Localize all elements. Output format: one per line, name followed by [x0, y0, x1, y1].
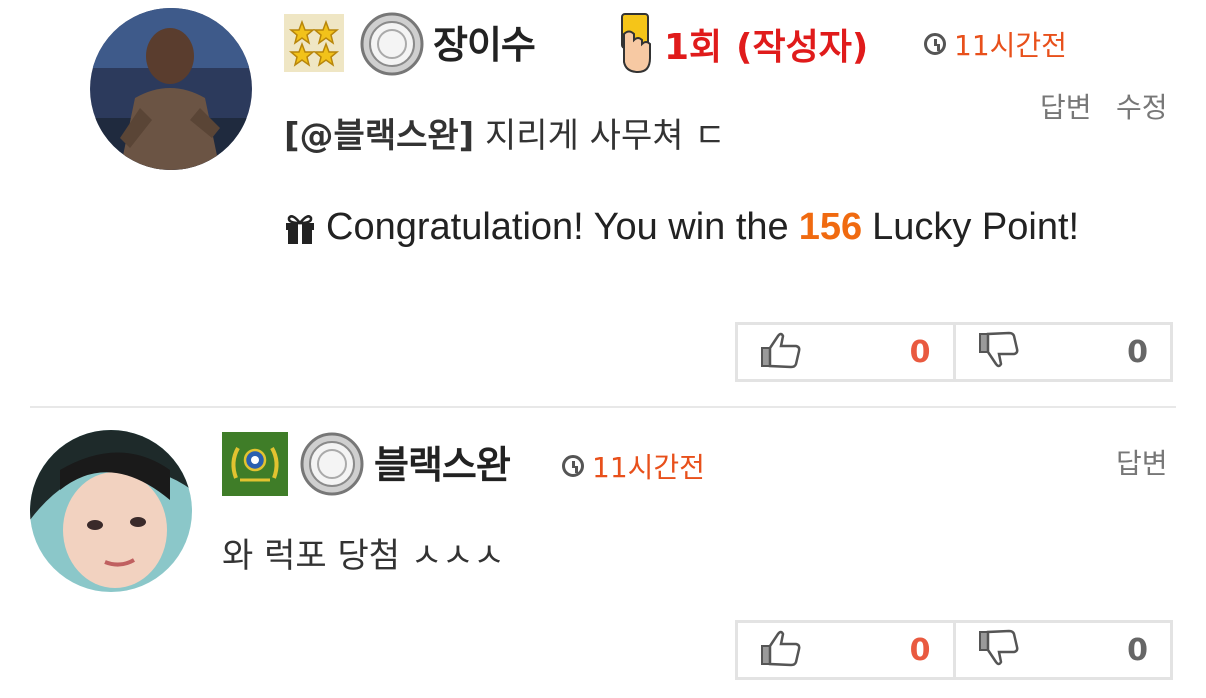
- dislike-count: 0: [1127, 334, 1148, 370]
- lucky-point-message: Congratulation! You win the 156 Lucky Po…: [284, 206, 1079, 249]
- thumbs-down-icon: [978, 330, 1020, 374]
- post-count-badge: 1회: [664, 27, 723, 68]
- silver-medal-icon: [300, 432, 364, 496]
- like-count: 0: [909, 334, 931, 370]
- comment-text: 와 럭포 당첨 ㅅㅅㅅ: [222, 536, 505, 576]
- time-text: 11시간전: [954, 29, 1067, 62]
- edit-button[interactable]: 수정: [1116, 86, 1168, 126]
- comment-time: 11시간전: [924, 24, 1067, 64]
- like-count: 0: [909, 632, 931, 668]
- dislike-count: 0: [1127, 632, 1148, 668]
- comment-text: 지리게 사무쳐 ㄷ: [485, 116, 726, 156]
- dislike-button[interactable]: 0: [952, 623, 1171, 677]
- thumbs-down-icon: [978, 628, 1020, 672]
- like-button[interactable]: 0: [738, 623, 953, 677]
- level-stars-icon: [284, 14, 344, 72]
- vote-box: 0 0: [735, 620, 1173, 680]
- reply-button[interactable]: 답변: [1116, 442, 1168, 482]
- lucky-suffix: Lucky Point!: [872, 206, 1080, 248]
- lucky-points: 156: [798, 206, 863, 248]
- thumbs-up-icon: [760, 330, 802, 374]
- silver-medal-icon: [360, 12, 424, 76]
- pointing-hand-icon: [612, 12, 654, 74]
- vote-box: 0 0: [735, 322, 1173, 382]
- clock-icon: [562, 455, 584, 477]
- comment-divider: [30, 406, 1176, 408]
- thumbs-up-icon: [760, 628, 802, 672]
- author-name[interactable]: 블랙스완: [374, 434, 511, 489]
- clock-icon: [924, 33, 946, 55]
- like-button[interactable]: 0: [738, 325, 953, 379]
- author-name[interactable]: 장이수: [433, 14, 536, 69]
- mention[interactable]: [@블랙스완]: [284, 116, 474, 156]
- author-tag: (작성자): [736, 27, 869, 68]
- dislike-button[interactable]: 0: [952, 325, 1171, 379]
- comment-time: 11시간전: [562, 446, 705, 486]
- avatar[interactable]: [30, 430, 192, 592]
- reply-button[interactable]: 답변: [1040, 86, 1092, 126]
- avatar[interactable]: [90, 8, 252, 170]
- time-text: 11시간전: [592, 451, 705, 484]
- lucky-prefix: Congratulation! You win the: [326, 206, 789, 248]
- level-emblem-icon: [222, 432, 288, 496]
- comment-body: [@블랙스완] 지리게 사무쳐 ㄷ: [284, 108, 726, 157]
- gift-icon: [284, 211, 316, 245]
